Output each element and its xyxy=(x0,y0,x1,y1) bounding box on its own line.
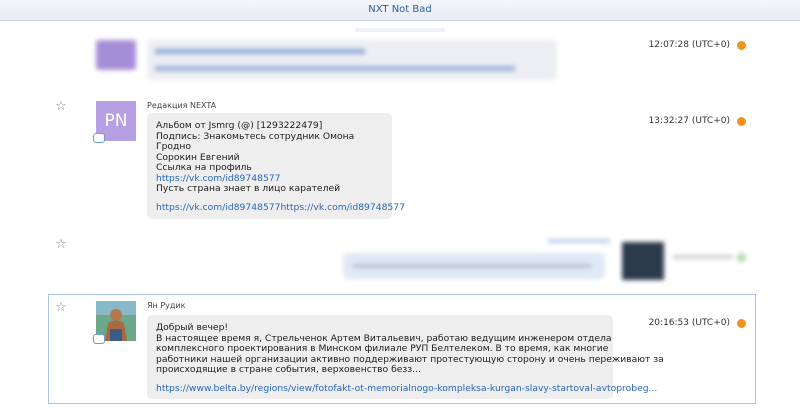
message-line: Пусть страна знает в лицо карателей xyxy=(156,183,341,194)
sender-name: Редакция NEXTA xyxy=(147,101,217,110)
article-link[interactable]: https://www.belta.by/regions/view/fotofa… xyxy=(156,383,657,394)
window-title: NXT Not Bad xyxy=(368,4,432,15)
message-1[interactable]: 12:07:28 (UTC+0) xyxy=(0,32,800,82)
message-line: комплексного проектирования в Минском фи… xyxy=(156,343,609,354)
message-time: 12:07:28 (UTC+0) xyxy=(648,40,730,50)
blurred-bubble xyxy=(147,40,557,80)
star-icon[interactable]: ☆ xyxy=(54,100,68,114)
blurred-avatar xyxy=(622,242,664,280)
message-bubble: Альбом от Jsmrg (@) [1293222479] Подпись… xyxy=(147,113,405,219)
message-time: 13:32:27 (UTC+0) xyxy=(648,116,730,126)
star-icon[interactable]: ☆ xyxy=(54,238,68,252)
message-4[interactable]: ☆ Ян Рудик Добрый вечер! В настоящее вре… xyxy=(0,296,800,404)
message-2[interactable]: ☆ PN Редакция NEXTA Альбом от Jsmrg (@) … xyxy=(0,96,800,226)
blurred-avatar xyxy=(96,40,136,70)
clock-icon xyxy=(737,253,746,262)
star-icon[interactable]: ☆ xyxy=(54,301,68,315)
clock-icon xyxy=(737,319,746,328)
profile-link[interactable]: https://vk.com/id89748577 xyxy=(156,173,280,184)
message-time: 20:16:53 (UTC+0) xyxy=(648,318,730,328)
message-line: Альбом от Jsmrg (@) [1293222479] xyxy=(156,120,323,131)
message-line: Добрый вечер! xyxy=(156,322,229,333)
message-bubble: Добрый вечер! В настоящее время я, Стрел… xyxy=(147,315,664,399)
message-line: Гродно xyxy=(156,141,192,152)
message-line: происходящие в стране события, верховенс… xyxy=(156,364,421,375)
comment-icon[interactable] xyxy=(93,334,105,344)
window-title-bar: NXT Not Bad xyxy=(0,0,800,21)
blurred-bubble xyxy=(343,253,605,279)
message-3[interactable]: ☆ xyxy=(0,232,800,288)
sender-name: Ян Рудик xyxy=(147,301,186,310)
profile-link-duplicate[interactable]: https://vk.com/id89748577https://vk.com/… xyxy=(156,202,405,213)
clock-icon xyxy=(737,117,746,126)
blurred-time xyxy=(673,255,733,259)
blurred-sender xyxy=(548,239,610,243)
clock-icon xyxy=(737,41,746,50)
comment-icon[interactable] xyxy=(93,133,105,143)
